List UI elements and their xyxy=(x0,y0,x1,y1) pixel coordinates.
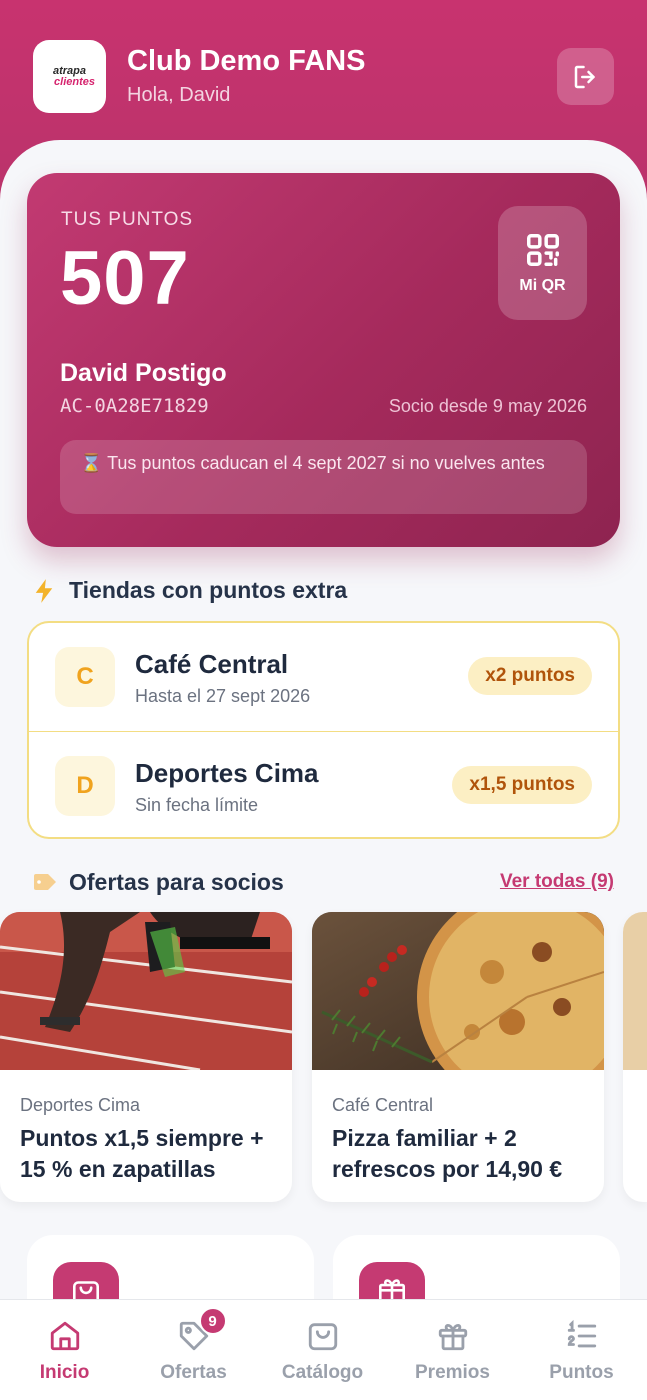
qr-code-icon xyxy=(526,234,559,266)
offer-card[interactable]: Café Central Pizza familiar + 2 refresco… xyxy=(312,912,604,1202)
logout-icon xyxy=(574,65,595,88)
points-value: 507 xyxy=(60,236,190,321)
nav-label: Premios xyxy=(415,1362,490,1383)
logo-text-bottom: clientes xyxy=(54,75,95,88)
home-icon xyxy=(48,1317,82,1355)
bonus-stores-list: C Café Central Hasta el 27 sept 2026 x2 … xyxy=(27,621,620,839)
expiry-warning: ⌛ Tus puntos caducan el 4 sept 2027 si n… xyxy=(60,440,587,514)
sprinter-start-photo xyxy=(0,912,292,1070)
nav-label: Puntos xyxy=(549,1362,614,1383)
logo-text-top: atrapa xyxy=(52,64,87,77)
pizza-photo xyxy=(312,912,604,1070)
tag-icon xyxy=(34,874,56,890)
points-label: TUS PUNTOS xyxy=(61,209,194,230)
points-card: TUS PUNTOS 507 Mi QR David Postigo AC-0A… xyxy=(27,173,620,547)
member-since: Socio desde 9 may 2026 xyxy=(388,396,587,416)
list-numbered-icon xyxy=(565,1317,599,1355)
logout-button[interactable] xyxy=(557,48,614,105)
offers-section-title: Ofertas para socios xyxy=(69,869,284,895)
nav-item-premios[interactable]: Premios xyxy=(388,1300,517,1400)
store-validity: Hasta el 27 sept 2026 xyxy=(135,686,311,706)
user-greeting: Hola, David xyxy=(127,84,231,106)
offer-title: Puntos x1,5 siempre + 15 % en zapatillas xyxy=(20,1125,264,1182)
points-multiplier-badge: x1,5 puntos xyxy=(452,766,592,804)
my-qr-button[interactable]: Mi QR xyxy=(498,206,587,320)
store-initial: C xyxy=(55,647,115,707)
list-item[interactable]: C Café Central Hasta el 27 sept 2026 x2 … xyxy=(29,623,618,731)
points-multiplier-badge: x2 puntos xyxy=(468,657,592,695)
club-logo: atrapa clientes xyxy=(33,40,106,113)
nav-item-puntos[interactable]: Puntos xyxy=(517,1300,646,1400)
store-name: Café Central xyxy=(135,649,289,679)
qr-label: Mi QR xyxy=(519,277,566,294)
club-title: Club Demo FANS xyxy=(127,45,366,77)
gift-icon xyxy=(436,1317,470,1355)
see-all-offers-link[interactable]: Ver todas (9) xyxy=(500,871,614,893)
stores-section-title: Tiendas con puntos extra xyxy=(69,577,348,603)
member-id: AC-0A28E71829 xyxy=(60,395,209,417)
offer-title: Pizza familiar + 2 refrescos por 14,90 € xyxy=(332,1125,563,1182)
offer-photo xyxy=(623,912,647,1070)
store-name: Deportes Cima xyxy=(135,758,319,788)
member-name: David Postigo xyxy=(60,359,227,387)
nav-label: Inicio xyxy=(39,1362,90,1383)
offer-card[interactable]: Deportes Cima Puntos x1,5 siempre + 15 %… xyxy=(0,912,292,1202)
nav-item-inicio[interactable]: Inicio xyxy=(0,1300,129,1400)
shopping-bag-icon xyxy=(306,1317,340,1355)
nav-item-ofertas[interactable]: 9 Ofertas xyxy=(129,1300,258,1400)
offer-store-name: Café Central xyxy=(332,1095,434,1115)
bottom-navigation: Inicio 9 Ofertas Catálogo Premios Puntos xyxy=(0,1299,647,1400)
store-validity: Sin fecha límite xyxy=(135,795,259,815)
nav-label: Ofertas xyxy=(160,1362,227,1383)
store-initial: D xyxy=(55,756,115,816)
offers-count-badge: 9 xyxy=(198,1307,227,1335)
nav-label: Catálogo xyxy=(281,1362,364,1383)
nav-item-catalogo[interactable]: Catálogo xyxy=(258,1300,387,1400)
lightning-icon xyxy=(35,579,53,603)
list-item[interactable]: D Deportes Cima Sin fecha límite x1,5 pu… xyxy=(29,731,618,837)
offer-card-partial[interactable] xyxy=(623,912,647,1202)
offer-store-name: Deportes Cima xyxy=(20,1095,141,1115)
tag-icon: 9 xyxy=(177,1307,227,1355)
